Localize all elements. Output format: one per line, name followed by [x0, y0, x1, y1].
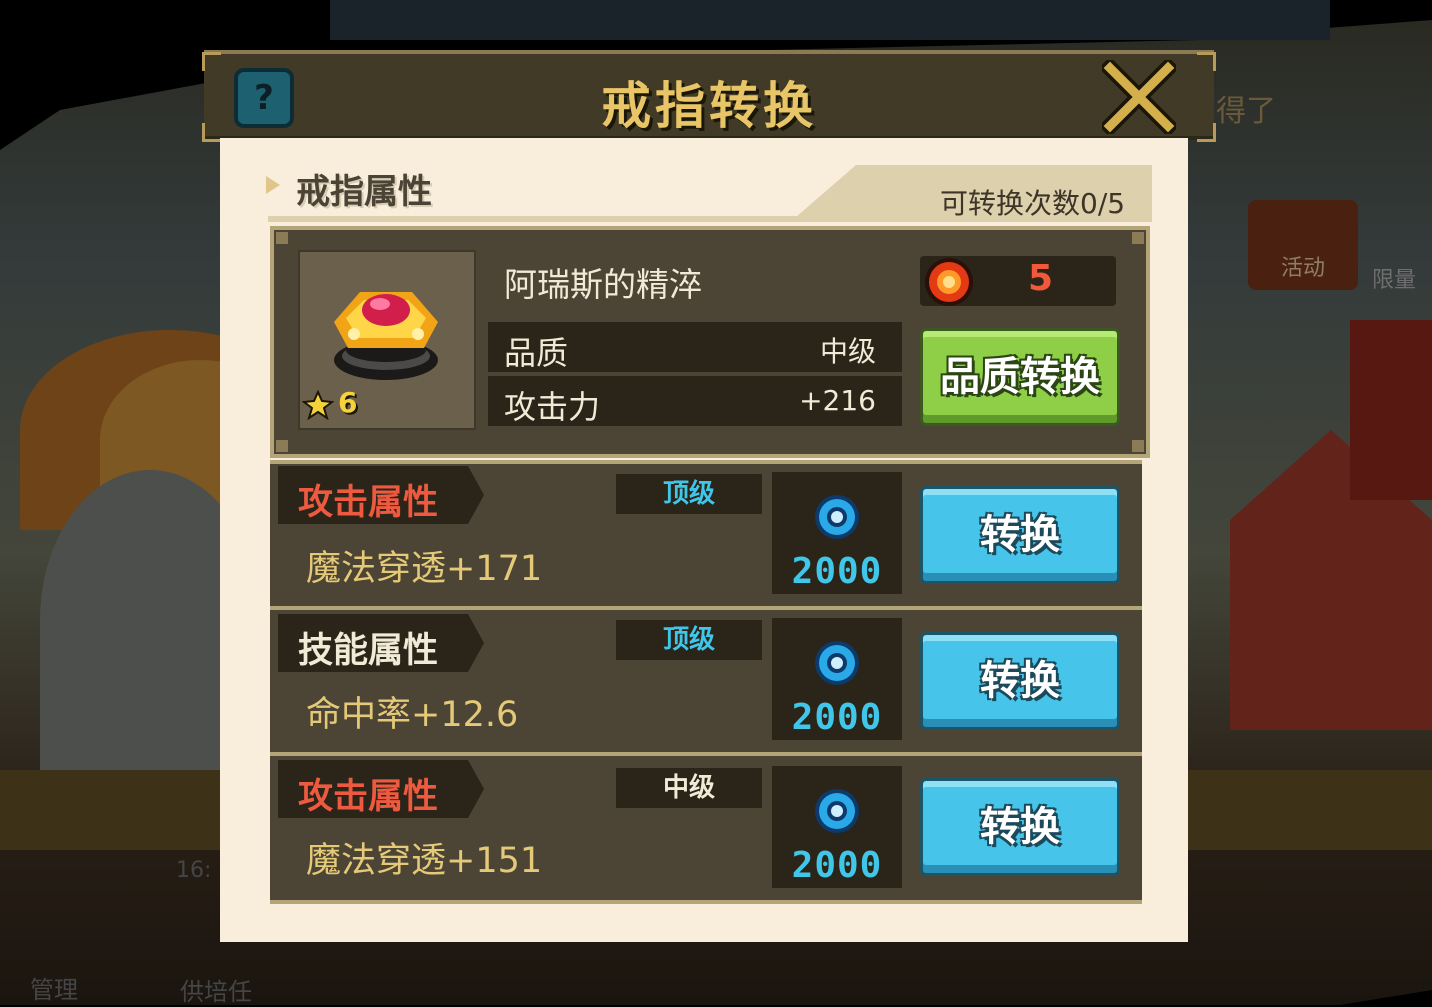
convert-button[interactable]: 转换 [920, 632, 1120, 730]
blue-gem-icon [815, 495, 859, 539]
close-button[interactable] [1098, 56, 1180, 138]
attribute-grade: 顶级 [616, 620, 762, 660]
attribute-type-tag: 攻击属性 [278, 466, 484, 524]
cost-amount: 2000 [791, 845, 883, 886]
event-label: 活动 [1280, 256, 1325, 281]
close-icon [1098, 56, 1180, 138]
convert-button[interactable]: 转换 [920, 486, 1120, 584]
cost-amount: 2000 [791, 551, 883, 592]
top-resource-bar [330, 0, 1330, 40]
stat-value: +216 [799, 384, 876, 417]
tab-divider [268, 216, 1152, 222]
attribute-type: 攻击属性 [298, 483, 439, 523]
convert-button[interactable]: 转换 [920, 778, 1120, 876]
cost-box: 2000 [772, 618, 902, 740]
stat-row-attack: 攻击力 +216 [488, 376, 902, 426]
star-level: 6 [338, 386, 358, 419]
quality-convert-button[interactable]: 品质转换 [920, 328, 1120, 426]
bottom-timer: 16: [176, 858, 212, 883]
section-title: 戒指属性 [296, 172, 432, 212]
corner-deco [276, 232, 288, 244]
star-icon [302, 390, 334, 420]
attribute-type-tag: 技能属性 [278, 614, 484, 672]
cost-box: 2000 [772, 472, 902, 594]
dialog-header: ? 戒指转换 [202, 50, 1216, 142]
corner-deco [1132, 232, 1144, 244]
bottom-nav-item[interactable]: 供培任 [180, 972, 252, 1007]
limit-label[interactable]: 限量 [1372, 262, 1416, 294]
cost-box: 2000 [772, 766, 902, 888]
stat-label: 攻击力 [504, 388, 601, 426]
event-button[interactable]: 活动 [1248, 200, 1358, 290]
attribute-type: 攻击属性 [298, 777, 439, 817]
attribute-type: 技能属性 [298, 631, 439, 671]
blue-gem-icon [815, 641, 859, 685]
dialog-title: 戒指转换 [601, 77, 817, 135]
essence-counter: 5 [920, 256, 1116, 306]
attribute-value: 魔法穿透+171 [306, 549, 543, 589]
stat-row-quality: 品质 中级 [488, 322, 902, 372]
background-side-text: 得了 [1216, 94, 1276, 129]
attribute-value: 魔法穿透+151 [306, 841, 543, 881]
blue-gem-icon [815, 789, 859, 833]
stat-value: 中级 [819, 335, 876, 368]
ring-name: 阿瑞斯的精淬 [504, 265, 702, 304]
corner-deco [1132, 440, 1144, 452]
attribute-grade: 顶级 [616, 474, 762, 514]
bottom-nav-manage[interactable]: 管理 [30, 970, 78, 1005]
flame-orb-icon [925, 258, 973, 306]
attribute-value: 命中率+12.6 [306, 695, 519, 735]
stat-label: 品质 [504, 334, 569, 372]
essence-count: 5 [1028, 258, 1054, 299]
cost-amount: 2000 [791, 697, 883, 738]
corner-deco [276, 440, 288, 452]
attribute-type-tag: 攻击属性 [278, 760, 484, 818]
attribute-grade: 中级 [616, 768, 762, 808]
ring-icon-slot[interactable]: 6 [298, 250, 476, 430]
